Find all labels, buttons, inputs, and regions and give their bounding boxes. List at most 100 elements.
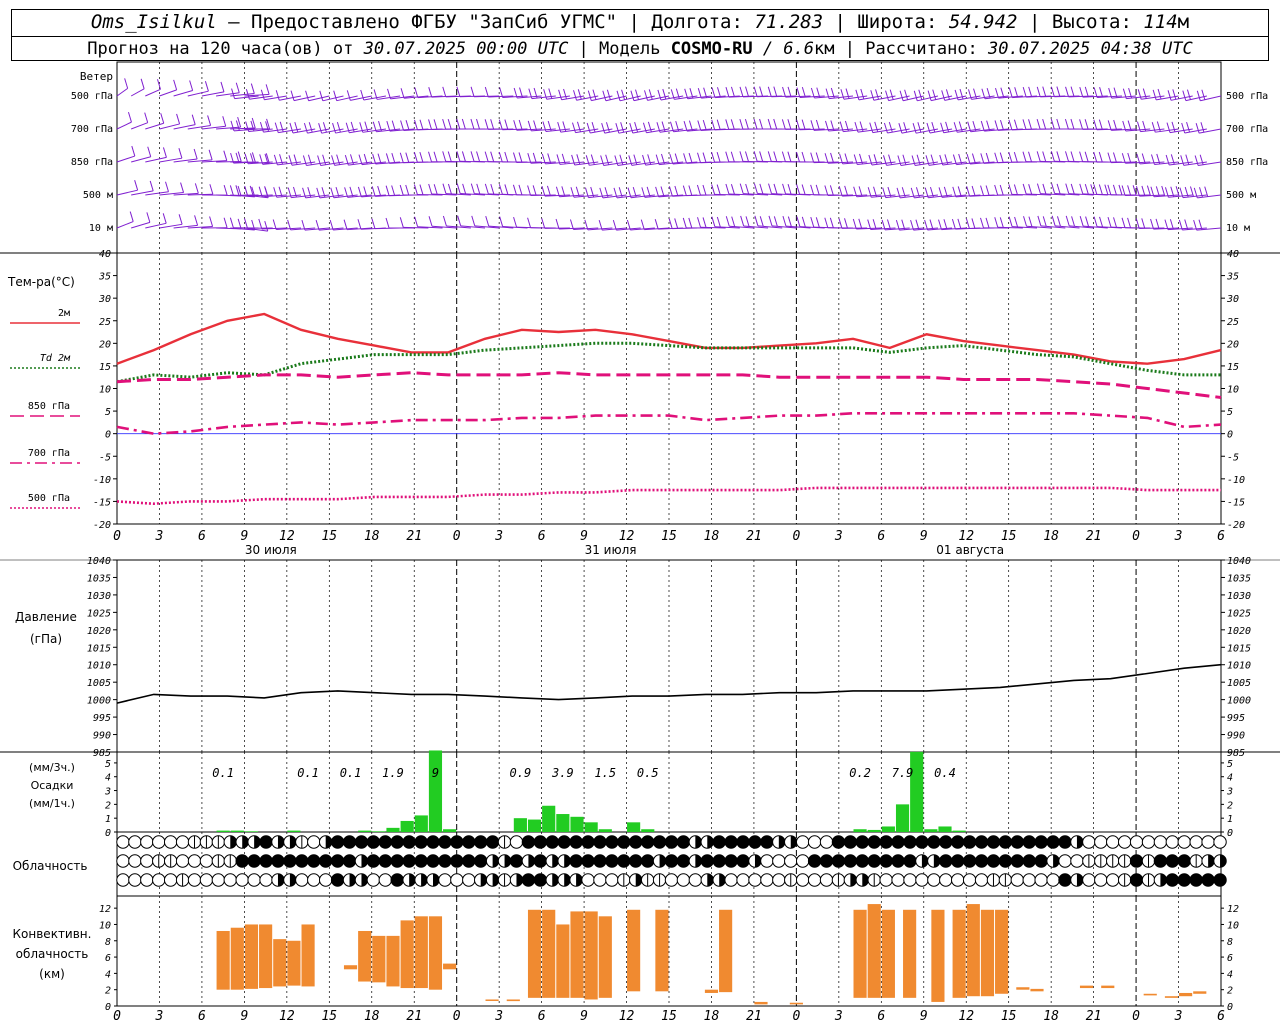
wind-barb-flag xyxy=(1200,122,1205,133)
cloud-symbol xyxy=(1070,873,1084,887)
cloud-symbol xyxy=(318,854,333,868)
cloud-circle xyxy=(593,854,607,868)
wind-barb-flag xyxy=(606,89,611,100)
wind-barb-flag xyxy=(484,183,489,195)
cloud-circle xyxy=(879,854,893,868)
cloud-symbol xyxy=(390,835,404,849)
wind-barb-flag xyxy=(386,120,391,132)
conv-xtick-label: 3 xyxy=(155,1009,164,1024)
wind-barb-flag xyxy=(1036,183,1041,194)
wind-barb-flag xyxy=(801,216,806,228)
conv-bar xyxy=(1079,985,1094,989)
conv-bar xyxy=(1164,996,1179,998)
wind-barb-flag xyxy=(1166,122,1171,133)
wind-barb-flag xyxy=(796,151,800,163)
wind-barb-flag xyxy=(711,216,716,227)
cloud-symbol xyxy=(223,835,237,849)
wind-barb-flag xyxy=(305,90,310,101)
wind-barb-flag xyxy=(1064,118,1069,130)
cloud-symbol xyxy=(855,854,869,868)
precip-ytick-label: 5 xyxy=(105,759,111,770)
wind-barb-flag xyxy=(129,211,134,222)
cloud-symbol xyxy=(724,854,738,868)
cloud-symbol xyxy=(163,873,178,887)
wind-barb-flag xyxy=(965,218,970,229)
cloud-circle xyxy=(795,873,810,887)
wind-barb-flag xyxy=(209,216,214,227)
wind-barb-flag xyxy=(144,112,149,123)
conv-bar xyxy=(719,909,733,993)
cloud-circle xyxy=(605,854,619,868)
wind-barb-flag xyxy=(504,184,509,195)
cloud-circle xyxy=(831,835,846,849)
wind-barb-flag xyxy=(447,151,452,162)
wind-barb-flag xyxy=(1135,186,1140,197)
precip-bar xyxy=(513,818,527,832)
wind-barb-flag xyxy=(1127,217,1132,228)
cloud-symbol xyxy=(1094,835,1108,849)
wind-barb-flag xyxy=(1000,87,1005,98)
wind-barb-flag xyxy=(1079,119,1084,130)
wind-barb-flag xyxy=(1146,185,1151,196)
cloud-circle xyxy=(438,854,452,868)
conv-bar xyxy=(704,989,719,993)
wind-barb-flag xyxy=(885,90,890,101)
conv-bar xyxy=(414,916,428,989)
wind-barb-flag xyxy=(442,151,447,162)
cloud-circle xyxy=(974,873,989,887)
wind-barb-flag xyxy=(274,122,279,133)
cloud-symbol xyxy=(688,873,703,887)
temp-xtick-label: 6 xyxy=(198,529,206,544)
cloud-circle xyxy=(676,835,691,849)
wind-barb-flag xyxy=(815,184,820,196)
cloud-symbol xyxy=(1117,835,1132,849)
wind-barb-flag xyxy=(470,86,475,97)
cloud-circle xyxy=(402,854,416,868)
cloud-circle xyxy=(772,873,786,887)
conv-xtick-label: 6 xyxy=(198,1009,206,1024)
cloud-symbol xyxy=(581,835,595,849)
wind-barb-flag xyxy=(615,123,620,134)
pressure-ytick-label-right: 1020 xyxy=(1227,626,1251,637)
pressure-ytick-label-right: 1005 xyxy=(1227,678,1251,689)
wind-barb-flag xyxy=(1023,216,1028,227)
cloud-symbol xyxy=(545,873,559,887)
cloud-symbol xyxy=(485,835,500,849)
wind-barb-flag xyxy=(176,113,181,125)
cloud-circle xyxy=(891,854,905,868)
cloud-symbol xyxy=(354,854,369,868)
precip-bar xyxy=(386,827,400,832)
wind-barb-flag xyxy=(485,215,490,227)
cloud-symbol xyxy=(974,854,989,868)
cloud-circle xyxy=(795,854,810,868)
precip-axis-unit: (мм/1ч.) xyxy=(29,797,75,810)
wind-barb-flag xyxy=(1161,185,1166,197)
wind-barb-flag xyxy=(1008,184,1013,195)
cloud-circle xyxy=(617,854,631,868)
cloud-symbol xyxy=(128,873,142,887)
cloud-circle xyxy=(855,854,869,868)
wind-barb-flag xyxy=(957,218,962,230)
wind-barb-flag xyxy=(229,185,234,196)
cloud-circle xyxy=(187,873,202,887)
cloud-circle xyxy=(474,854,488,868)
wind-barb-flag xyxy=(1084,119,1089,130)
wind-barb-flag xyxy=(1008,151,1013,163)
cloud-circle xyxy=(1117,835,1132,849)
wind-barb-flag xyxy=(716,184,721,195)
temp-xtick-label: 3 xyxy=(834,529,843,544)
cloud-symbol xyxy=(1117,854,1132,868)
wind-barb-flag xyxy=(1050,118,1055,130)
wind-barb-flag xyxy=(1013,151,1018,163)
cloud-circle xyxy=(903,835,917,849)
pressure-axis-unit: (гПа) xyxy=(30,632,62,646)
wind-barb-flag xyxy=(688,217,693,229)
conv-bar xyxy=(655,909,669,992)
conv-xtick-label: 9 xyxy=(580,1009,588,1024)
conv-bar xyxy=(1179,992,1193,997)
pressure-ytick-label: 1005 xyxy=(87,678,111,689)
conv-xtick-label: 15 xyxy=(661,1009,677,1024)
cloud-symbol xyxy=(533,835,548,849)
cloud-symbol xyxy=(1213,873,1227,887)
precip-bar xyxy=(216,830,230,832)
